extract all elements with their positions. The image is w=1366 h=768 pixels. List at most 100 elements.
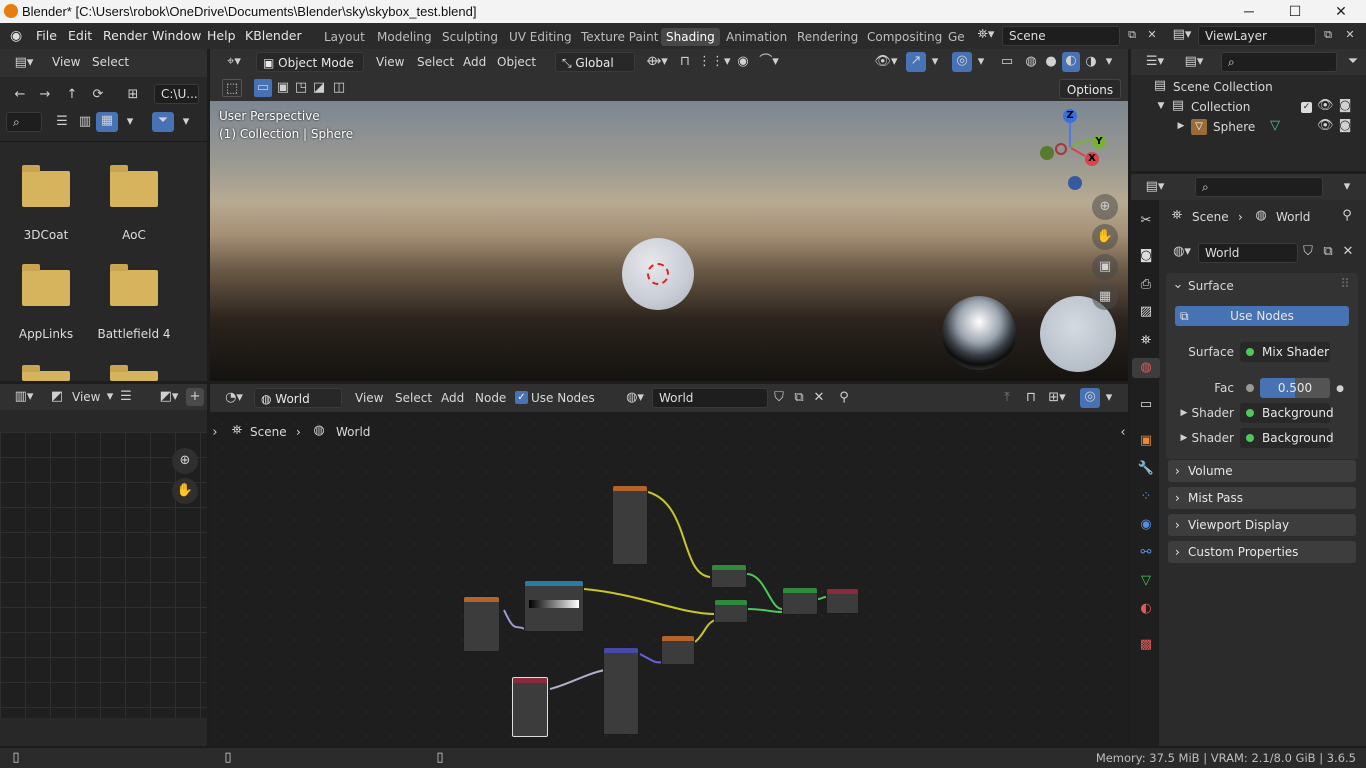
tab-shading[interactable]: Shading (661, 28, 720, 46)
folder-label-aoc[interactable]: AoC (89, 228, 179, 242)
output-tab-icon[interactable]: ⎙ (1136, 275, 1156, 295)
scene-selector-icon[interactable]: ⛯▾ (972, 26, 1000, 44)
tab-rendering[interactable]: Rendering (797, 30, 858, 44)
viewport-display-section[interactable]: › Viewport Display (1168, 514, 1356, 536)
mode-selector[interactable]: ▣ Object Mode ▾ (256, 52, 364, 90)
image-canvas[interactable] (0, 432, 207, 718)
snap-target-icon[interactable]: ⋮⋮▾ (698, 53, 731, 71)
view-layer-tab-icon[interactable]: ▨ (1136, 302, 1156, 322)
use-nodes-button[interactable]: ⧉ Use Nodes (1175, 306, 1349, 326)
parent-folder-icon[interactable]: ↑ (62, 86, 82, 104)
back-icon[interactable]: ← (10, 86, 30, 104)
filter-search-field[interactable]: ⌕ (6, 112, 42, 132)
new-image-icon[interactable]: + (186, 388, 204, 406)
folder-icon[interactable] (110, 165, 158, 207)
new-scene-icon[interactable]: ⧉ (1124, 26, 1140, 44)
folder-label-applinks[interactable]: AppLinks (1, 327, 91, 341)
gizmo-neg-z[interactable] (1068, 176, 1082, 190)
texture-tab-icon[interactable]: ▩ (1136, 635, 1156, 655)
properties-search-field[interactable]: ⌕ (1195, 177, 1323, 197)
delete-scene-icon[interactable]: ✕ (1144, 26, 1160, 44)
viewport-3d[interactable]: ⌖▾ ▣ Object Mode ▾ View Select Add Objec… (210, 49, 1128, 381)
vertical-list-icon[interactable]: ☰ (52, 113, 72, 131)
menu-edit[interactable]: Edit (68, 28, 92, 43)
select-extend-icon[interactable]: ▣ (274, 79, 292, 97)
modifier-wrench-icon[interactable]: 🔧 (1136, 459, 1156, 479)
select-intersect-icon[interactable]: ◫ (330, 79, 348, 97)
snap-icon[interactable]: ⊓ (676, 53, 694, 71)
delete-viewlayer-icon[interactable]: ✕ (1342, 26, 1358, 44)
vp-menu-select[interactable]: Select (417, 55, 454, 69)
expand-chevron-icon[interactable]: ▼ (1155, 97, 1167, 115)
new-viewlayer-icon[interactable]: ⧉ (1320, 26, 1336, 44)
solid-shading-icon[interactable]: ● (1042, 53, 1060, 71)
tool-tab-icon[interactable]: ✂ (1136, 211, 1156, 231)
tab-uv-editing[interactable]: UV Editing (509, 30, 572, 44)
outliner-search-field[interactable]: ⌕ (1221, 52, 1337, 72)
gradient-node[interactable] (661, 635, 695, 665)
render-tab-icon[interactable]: ◙ (1136, 246, 1156, 266)
scene-name-field[interactable]: Scene (1002, 26, 1120, 46)
scene-tab-icon[interactable]: ⛯ (1136, 331, 1156, 351)
path-field[interactable]: C:\U... (154, 84, 199, 104)
mapping-node[interactable] (603, 647, 639, 735)
tab-layout[interactable]: Layout (324, 30, 365, 44)
gizmo-toggle-icon[interactable]: ↗ (906, 52, 926, 72)
maximize-button[interactable]: ☐ (1272, 0, 1318, 23)
display-mode-icon[interactable]: ▤▾ (1179, 53, 1209, 71)
hamburger-menu-icon[interactable]: ☰ (116, 388, 136, 406)
menu-window[interactable]: Window (152, 28, 201, 43)
viewport-canvas[interactable]: User Perspective (1) Collection | Sphere (210, 101, 1128, 381)
thumbnails-icon[interactable]: ▦ (96, 112, 118, 132)
drag-handle-icon[interactable]: ⠿ (1338, 276, 1352, 294)
falloff-icon[interactable]: ⌒▾ (756, 53, 782, 71)
node-editor[interactable]: ◔▾ ◍ World View Select Add Node ✓ Use No… (210, 384, 1128, 746)
gizmo-y-axis[interactable]: Y (1092, 135, 1106, 149)
material-tab-icon[interactable]: ◐ (1136, 599, 1156, 619)
editor-type-icon[interactable]: ▤▾ (1139, 178, 1171, 196)
shading-chevron-icon[interactable]: ▾ (1102, 53, 1116, 71)
shader1-field[interactable]: Background (1240, 403, 1334, 423)
background-node-1[interactable] (711, 564, 747, 588)
orientation-selector[interactable]: ⤡ Global (555, 52, 635, 72)
constraints-tab-icon[interactable]: ⚯ (1136, 543, 1156, 563)
tab-animation[interactable]: Animation (726, 30, 787, 44)
folder-icon[interactable] (110, 264, 158, 306)
folder-icon[interactable] (22, 165, 70, 207)
horizontal-list-icon[interactable]: ▥ (75, 113, 95, 131)
blender-menu-icon[interactable]: ◉ (10, 28, 26, 44)
chevron-down-icon[interactable]: ⌄ (1172, 276, 1184, 294)
menu-file[interactable]: File (36, 28, 57, 43)
pin-icon[interactable]: ⚲ (1338, 207, 1356, 225)
folder-label-3dcoat[interactable]: 3DCoat (1, 228, 91, 242)
world-output-node[interactable] (826, 588, 859, 614)
image-mode-icon[interactable]: ◩ (48, 388, 66, 406)
gizmo-neg-x[interactable] (1055, 143, 1067, 155)
menu-kblender[interactable]: KBlender (245, 28, 302, 43)
gizmo-neg-y[interactable] (1040, 146, 1054, 160)
menu-render[interactable]: Render (103, 28, 148, 43)
pivot-icon[interactable]: ⟴▾ (642, 53, 672, 71)
overlays-chevron-icon[interactable]: ▾ (974, 53, 988, 71)
select-new-icon[interactable]: ▭ (254, 79, 272, 97)
editor-type-icon[interactable]: ☰▾ (1139, 53, 1171, 71)
fac-slider[interactable]: 0.500 (1260, 378, 1330, 398)
camera-view-icon[interactable]: ▣ (1092, 254, 1118, 280)
proportional-edit-icon[interactable]: ◉ (734, 53, 752, 71)
tab-modeling[interactable]: Modeling (377, 30, 432, 44)
surface-section-title[interactable]: Surface (1188, 279, 1234, 293)
zoom-icon[interactable]: ⊕ (172, 448, 198, 474)
world-tab-icon[interactable]: ◍ (1132, 358, 1160, 378)
physics-tab-icon[interactable]: ◉ (1136, 515, 1156, 535)
wireframe-shading-icon[interactable]: ◍ (1022, 53, 1040, 71)
zoom-icon[interactable]: ⊕ (1092, 194, 1118, 220)
render-camera-icon[interactable]: ◙ (1337, 117, 1353, 135)
shader2-field[interactable]: Background (1240, 428, 1334, 448)
xray-icon[interactable]: ▭ (998, 53, 1016, 71)
display-mode-chevron-icon[interactable]: ▾ (122, 113, 138, 131)
keyframe-dot-icon[interactable]: ● (1334, 380, 1346, 398)
editor-type-icon[interactable]: ▥▾ (8, 388, 40, 406)
collection-tab-icon[interactable]: ▭ (1136, 395, 1156, 415)
tab-geometry-nodes[interactable]: Ge (948, 30, 965, 44)
refresh-icon[interactable]: ⟳ (88, 86, 108, 104)
